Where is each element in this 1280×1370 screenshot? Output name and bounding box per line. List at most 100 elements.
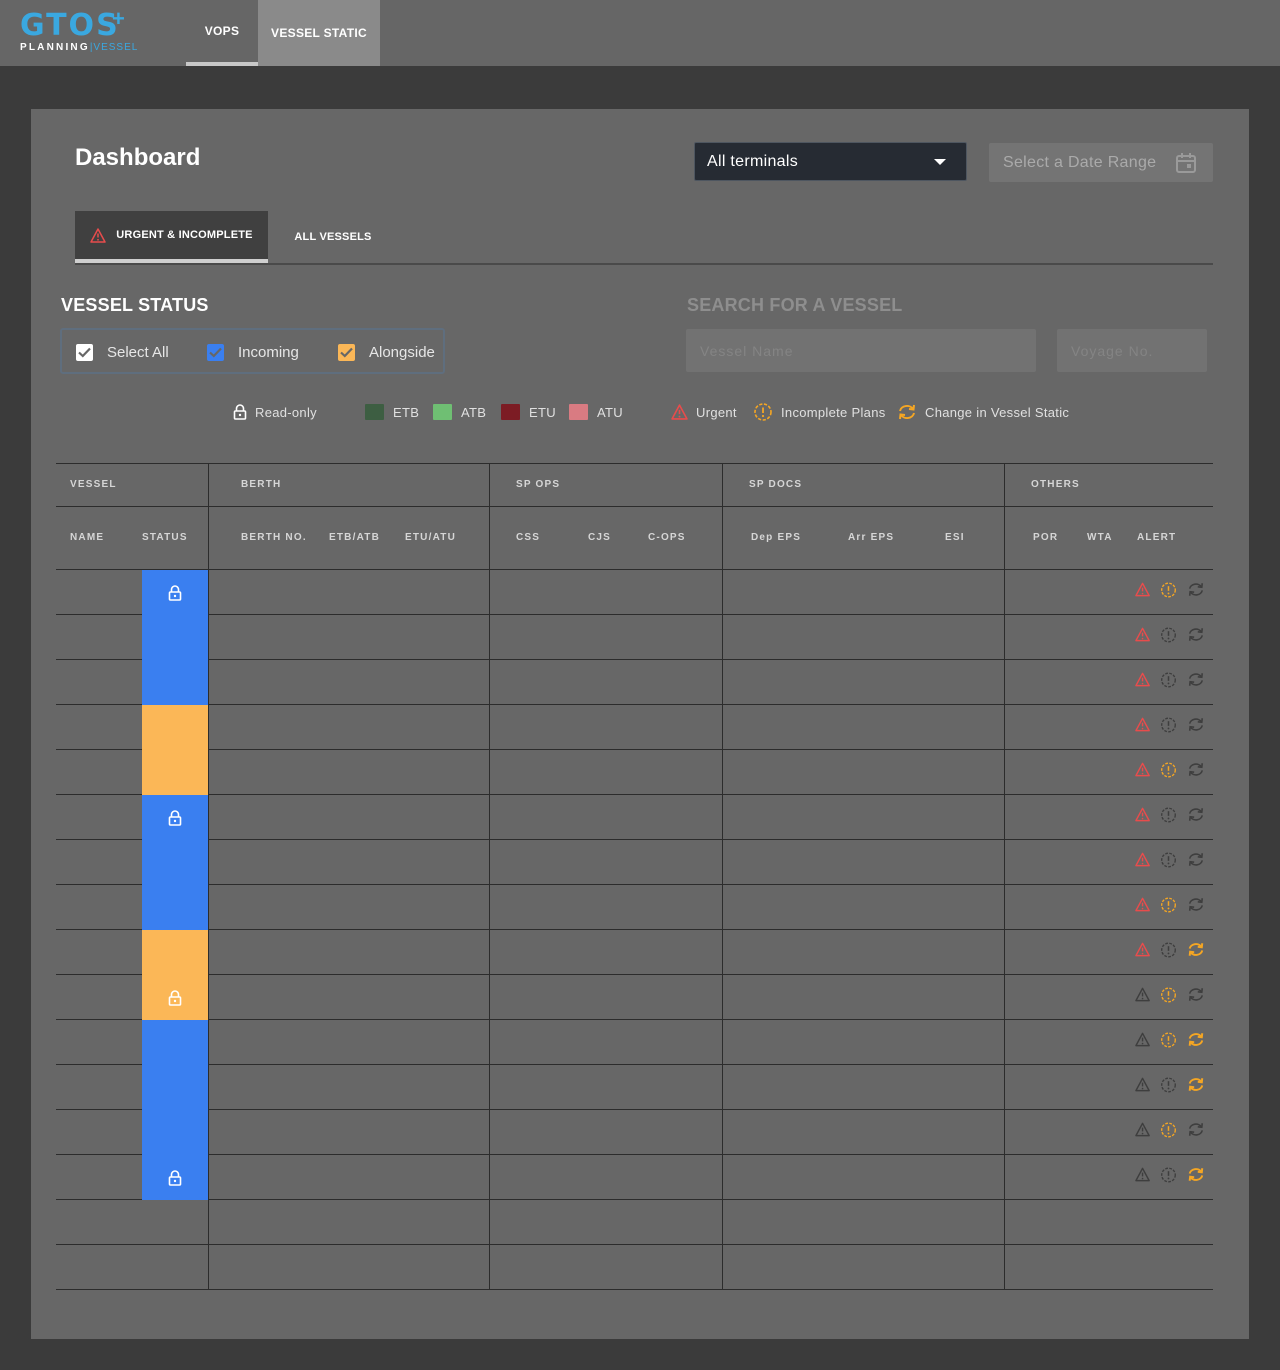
sync-icon[interactable] [1187,851,1205,868]
tab-urgent-incomplete[interactable]: URGENT & INCOMPLETE [75,211,268,263]
incomplete-icon[interactable] [1160,941,1177,959]
warning-icon [90,227,107,243]
col-header-por[interactable]: POR [1033,532,1058,543]
col-header-dep-eps[interactable]: Dep EPS [751,532,801,543]
table-row[interactable] [56,1245,1213,1290]
table-row[interactable] [56,1155,1213,1200]
warning-icon[interactable] [1135,762,1150,777]
incomplete-icon[interactable] [1160,896,1177,914]
sync-icon[interactable] [1187,896,1205,913]
incomplete-icon[interactable] [1160,986,1177,1004]
incomplete-icon[interactable] [1160,761,1177,779]
incoming-checkbox[interactable]: Incoming [207,344,299,361]
sync-icon[interactable] [1187,761,1205,778]
table-row[interactable] [56,615,1213,660]
warning-icon[interactable] [1135,1077,1150,1092]
table-row[interactable] [56,840,1213,885]
alert-cell [1135,747,1215,792]
col-header-etb-atb[interactable]: ETB/ATB [329,532,380,543]
app-logo[interactable]: GTOS + PLANNING|VESSEL [20,6,150,56]
nav-vessel-static[interactable]: VESSEL STATIC [258,0,380,66]
col-header-name[interactable]: NAME [70,532,104,543]
col-header-c-ops[interactable]: C-OPS [648,532,686,543]
warning-icon[interactable] [1135,1167,1150,1182]
nav-vops[interactable]: VOPS [186,0,258,66]
tab-all-vessels[interactable]: ALL VESSELS [268,211,398,263]
table-row[interactable] [56,1065,1213,1110]
sync-icon[interactable] [1187,1121,1205,1138]
status-cell-incoming [142,840,208,885]
lock-icon [168,989,182,1006]
calendar-icon[interactable] [1175,152,1197,174]
alongside-checkbox[interactable]: Alongside [338,344,435,361]
col-header-arr-eps[interactable]: Arr EPS [848,532,894,543]
sync-icon[interactable] [1187,581,1205,598]
incomplete-icon[interactable] [1160,1166,1177,1184]
warning-icon[interactable] [1135,852,1150,867]
warning-icon[interactable] [1135,1122,1150,1137]
alert-cell [1135,702,1215,747]
col-header-cjs[interactable]: CJS [588,532,611,543]
warning-icon[interactable] [1135,1032,1150,1047]
legend-etu: ETU [501,402,556,422]
sync-icon[interactable] [1187,671,1205,688]
date-range-picker[interactable]: Select a Date Range [989,143,1213,182]
table-row[interactable] [56,1110,1213,1155]
sync-icon[interactable] [1187,1076,1205,1093]
incomplete-icon[interactable] [1160,851,1177,869]
warning-icon [671,404,688,420]
select-all-checkbox[interactable]: Select All [76,344,169,361]
caret-down-icon [934,159,946,165]
alert-cell [1135,792,1215,837]
sync-icon[interactable] [1187,986,1205,1003]
checkbox-checked-icon [207,344,224,361]
sync-icon[interactable] [1187,806,1205,823]
warning-icon[interactable] [1135,942,1150,957]
col-header-esi[interactable]: ESI [945,532,965,543]
sync-icon[interactable] [1187,626,1205,643]
incomplete-icon[interactable] [1160,671,1177,689]
alert-cell [1135,1017,1215,1062]
vessel-name-input[interactable]: Vessel Name [686,329,1036,372]
table-row[interactable] [56,750,1213,795]
warning-icon[interactable] [1135,897,1150,912]
table-row[interactable] [56,930,1213,975]
sync-icon[interactable] [1187,716,1205,733]
sync-icon[interactable] [1187,1166,1205,1183]
table-row[interactable] [56,705,1213,750]
sync-icon[interactable] [1187,941,1205,958]
warning-icon[interactable] [1135,582,1150,597]
col-header-status[interactable]: STATUS [142,532,188,543]
table-row[interactable] [56,1020,1213,1065]
table-row[interactable] [56,795,1213,840]
status-cell-incoming [142,1020,208,1065]
incomplete-icon[interactable] [1160,581,1177,599]
terminal-select[interactable]: All terminals [694,142,967,181]
sync-icon[interactable] [1187,1031,1205,1048]
col-header-css[interactable]: CSS [516,532,540,543]
incomplete-icon[interactable] [1160,716,1177,734]
warning-icon[interactable] [1135,627,1150,642]
table-row[interactable] [56,1200,1213,1245]
warning-icon[interactable] [1135,717,1150,732]
warning-icon[interactable] [1135,987,1150,1002]
warning-icon[interactable] [1135,807,1150,822]
col-header-wta[interactable]: WTA [1087,532,1113,543]
incomplete-icon[interactable] [1160,1031,1177,1049]
col-header-etu-atu[interactable]: ETU/ATU [405,532,456,543]
incomplete-icon[interactable] [1160,1121,1177,1139]
table-row[interactable] [56,975,1213,1020]
warning-icon[interactable] [1135,672,1150,687]
table-row[interactable] [56,885,1213,930]
table-row[interactable] [56,660,1213,705]
incomplete-icon[interactable] [1160,1076,1177,1094]
col-header-berth-no[interactable]: BERTH NO. [241,532,307,543]
date-range-placeholder: Select a Date Range [1003,153,1157,171]
incomplete-icon[interactable] [1160,626,1177,644]
incomplete-icon[interactable] [1160,806,1177,824]
table-row[interactable] [56,570,1213,615]
col-header-alert[interactable]: ALERT [1137,532,1176,543]
voyage-no-input[interactable]: Voyage No. [1057,329,1207,372]
legend-etb: ETB [365,402,419,422]
legend-urgent: Urgent [671,402,737,422]
